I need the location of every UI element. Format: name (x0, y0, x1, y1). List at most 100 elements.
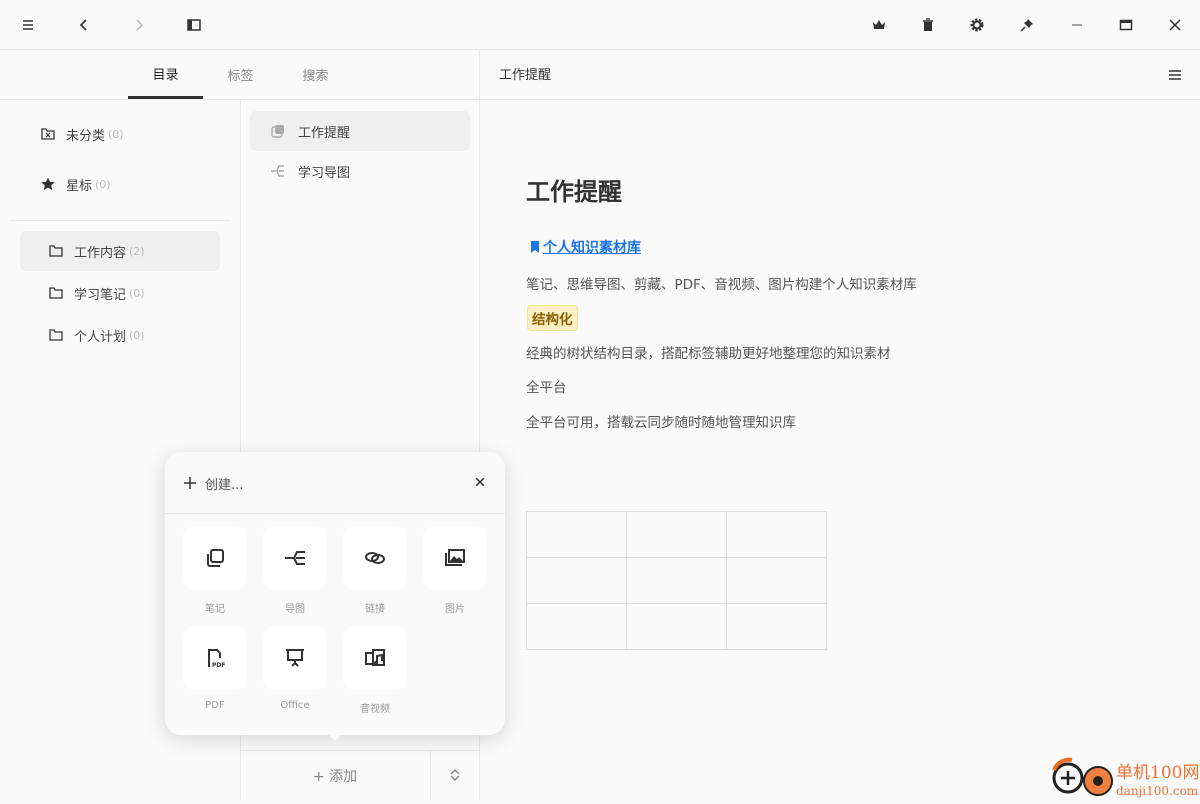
table-cell[interactable] (526, 603, 627, 650)
close-button[interactable] (1163, 13, 1187, 37)
svg-text:单机100网: 单机100网 (1116, 763, 1199, 783)
note-icon (207, 549, 224, 567)
sidebar-item-label: 未分类 (66, 128, 106, 144)
trash-button[interactable] (916, 13, 940, 37)
tile-label: 导图 (285, 604, 305, 615)
content-table (526, 511, 827, 650)
back-button[interactable] (72, 13, 96, 37)
sidebar-item-label: 个人计划 (74, 329, 127, 345)
sidebar-item-uncategorized[interactable]: 未分类 (0) (20, 114, 220, 154)
item-count: (0) (108, 127, 124, 141)
star-icon (41, 177, 55, 190)
tab-tags[interactable]: 标签 (203, 50, 278, 99)
sidebar-toggle-icon (187, 19, 201, 31)
sidebar-toggle-button[interactable] (182, 13, 206, 37)
table-cell[interactable] (726, 511, 827, 558)
create-media-button[interactable] (343, 626, 407, 690)
premium-button[interactable] (867, 13, 891, 37)
tile-label: 图片 (445, 604, 465, 615)
sidebar-item-label: 星标 (66, 178, 93, 194)
item-count: (0) (129, 286, 145, 300)
create-image-button[interactable] (423, 526, 487, 590)
add-button[interactable]: + 添加 (240, 751, 430, 800)
settings-button[interactable] (965, 13, 989, 37)
table-cell[interactable] (526, 511, 627, 558)
table-cell[interactable] (526, 557, 627, 604)
folder-icon (49, 245, 63, 257)
trash-icon (923, 18, 933, 31)
plus-icon (184, 477, 196, 489)
create-pdf-button[interactable]: PDF (183, 626, 247, 690)
watermark-logo: 单机100网 danji100.com (1048, 756, 1200, 800)
settings-icon (970, 18, 984, 32)
svg-text:PDF: PDF (212, 662, 225, 669)
crown-icon (873, 20, 885, 29)
divider (165, 513, 505, 514)
folder-x-icon (41, 128, 55, 140)
create-note-button[interactable] (183, 526, 247, 590)
pdf-icon: PDF (208, 649, 225, 669)
tile-label: Office (280, 700, 310, 711)
maximize-icon (1119, 19, 1133, 31)
sidebar-item-plans[interactable]: 个人计划 (0) (20, 315, 220, 355)
create-office-button[interactable] (263, 626, 327, 690)
knowledge-base-link[interactable]: 个人知识素材库 (530, 237, 641, 257)
table-cell[interactable] (626, 511, 727, 558)
list-item[interactable]: 学习导图 (250, 151, 470, 191)
close-icon (1169, 19, 1181, 31)
paragraph: 全平台 (526, 380, 567, 396)
svg-text:danji100.com: danji100.com (1116, 784, 1199, 798)
mindmap-icon (285, 551, 305, 565)
table-cell[interactable] (726, 603, 827, 650)
tab-directory[interactable]: 目录 (128, 50, 203, 99)
folder-icon (49, 287, 63, 299)
tile-label: 笔记 (205, 604, 225, 615)
divider (10, 220, 230, 221)
link-icon (365, 552, 385, 564)
sidebar-item-label: 学习笔记 (74, 287, 127, 303)
sidebar-item-work[interactable]: 工作内容 (2) (20, 231, 220, 271)
table-cell[interactable] (626, 557, 727, 604)
list-item[interactable]: 工作提醒 (250, 111, 470, 151)
table-cell[interactable] (626, 603, 727, 650)
link-text: 个人知识素材库 (543, 240, 641, 256)
minimize-button[interactable] (1065, 13, 1089, 37)
tile-label: 链接 (365, 604, 385, 615)
pin-button[interactable] (1015, 13, 1039, 37)
popup-close-button[interactable] (468, 470, 492, 494)
create-popup: 创建... 笔记 导图 链接 图片 PDF PDF Office 音视频 (165, 452, 505, 741)
sort-button[interactable] (443, 763, 467, 787)
divider (0, 99, 1200, 100)
table-cell[interactable] (726, 557, 827, 604)
paragraph: 全平台可用，搭载云同步随时随地管理知识库 (526, 415, 796, 431)
sidebar-item-starred[interactable]: 星标 (0) (20, 164, 220, 204)
highlight-tag: 结构化 (527, 305, 578, 331)
sidebar-item-study[interactable]: 学习笔记 (0) (20, 273, 220, 313)
popup-title: 创建... (205, 478, 244, 493)
back-icon (79, 19, 87, 31)
pin-icon (1020, 19, 1033, 32)
menu-button[interactable] (16, 13, 40, 37)
item-count: (2) (129, 244, 145, 258)
sidebar-item-label: 工作内容 (74, 245, 127, 261)
presentation-icon (286, 649, 304, 667)
item-count: (0) (129, 328, 145, 342)
forward-button[interactable] (127, 13, 151, 37)
image-icon (445, 549, 465, 566)
note-title: 工作提醒 (298, 125, 351, 141)
media-icon (365, 649, 385, 666)
create-mindmap-button[interactable] (263, 526, 327, 590)
tab-search[interactable]: 搜索 (278, 50, 353, 99)
editor-header-title: 工作提醒 (499, 68, 552, 83)
note-title: 学习导图 (298, 165, 351, 181)
mindmap-icon (271, 165, 284, 177)
sort-icon (450, 769, 460, 781)
editor-menu-button[interactable] (1163, 63, 1187, 87)
paragraph: 经典的树状结构目录，搭配标签辅助更好地整理您的知识素材 (526, 346, 891, 362)
page-title: 工作提醒 (526, 178, 622, 206)
divider (430, 751, 431, 800)
maximize-button[interactable] (1114, 13, 1138, 37)
item-count: (0) (95, 177, 111, 191)
create-link-button[interactable] (343, 526, 407, 590)
folder-icon (49, 329, 63, 341)
